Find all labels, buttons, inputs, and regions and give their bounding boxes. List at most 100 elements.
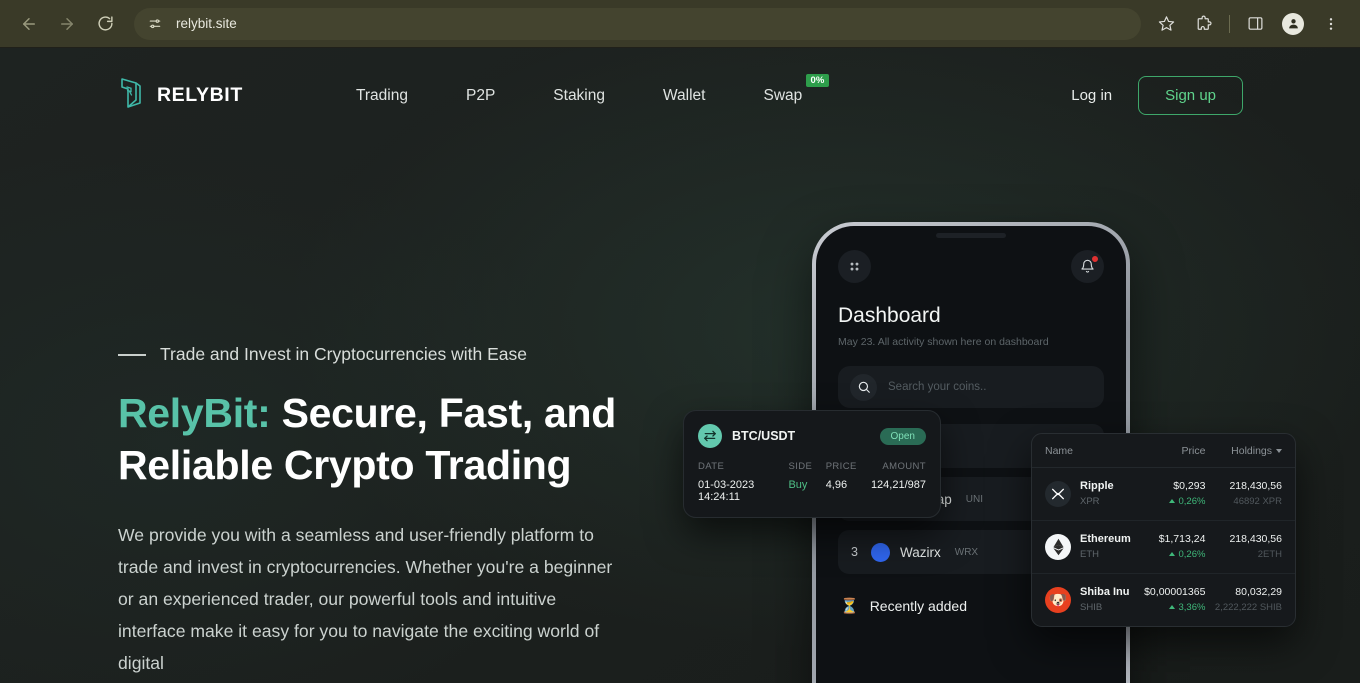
header-actions: Log in Sign up [1071,76,1243,115]
brand-logo[interactable]: RELYBIT [118,76,243,115]
holding-name: Ethereum [1080,533,1131,546]
hero-section: Trade and Invest in Cryptocurrencies wit… [118,344,638,679]
toolbar-divider [1229,14,1230,33]
holding-ticker: ETH [1080,549,1099,561]
bookmark-button[interactable] [1149,8,1183,40]
wazirx-icon [871,542,890,562]
back-button[interactable] [13,8,45,40]
holdings-col-holdings-label: Holdings [1231,445,1272,457]
notification-bell-icon[interactable] [1071,250,1104,283]
triangle-up-icon [1169,552,1176,557]
nav-item-swap-label: Swap [763,86,803,104]
nav-item-p2p[interactable]: P2P [466,87,495,105]
swap-arrows-icon [698,424,722,448]
ethereum-icon [1045,533,1071,560]
holdings-col-holdings[interactable]: Holdings [1205,445,1282,457]
side-panel-icon[interactable] [1239,8,1271,40]
trade-col-date: DATE [698,461,725,472]
forward-button[interactable] [51,8,83,40]
table-row[interactable]: Ripple XPR $0,293 0,26% 218,430,56 46892… [1032,468,1295,521]
nav-item-trading[interactable]: Trading [356,87,408,105]
coin-ticker: UNI [965,493,984,505]
browser-toolbar: relybit.site [0,0,1360,48]
trade-value-date: 01-03-2023 14:24:11 [698,479,755,503]
page-content: RELYBIT Trading P2P Staking Wallet Swap … [0,48,1360,683]
trade-col-side: SIDE [788,461,813,472]
trade-col-price: PRICE [825,461,857,472]
avatar [1282,12,1304,35]
search-icon [850,373,877,401]
trade-order-card: BTC/USDT Open DATE SIDE PRICE AMOUNT 01-… [683,410,941,518]
hero-title-accent: RelyBit: [118,390,271,436]
ripple-icon [1045,480,1071,507]
address-bar[interactable]: relybit.site [134,7,1141,40]
table-row[interactable]: Ethereum ETH $1,713,24 0,26% 218,430,56 … [1032,521,1295,574]
phone-speaker [936,233,1006,238]
trade-pair-name: BTC/USDT [732,429,796,443]
hero-eyebrow-text: Trade and Invest in Cryptocurrencies wit… [160,344,528,364]
holdings-col-price: Price [1181,445,1206,457]
nav-item-wallet[interactable]: Wallet [663,87,706,105]
coin-rank: 3 [851,545,858,559]
swap-discount-badge: 0% [805,73,830,87]
holding-amount: 218,430,56 [1229,533,1282,545]
holding-ticker: SHIB [1080,602,1103,614]
holdings-header-row: Name Price Holdings [1032,434,1295,468]
holding-name: Ripple [1080,480,1114,493]
trade-details-grid: DATE SIDE PRICE AMOUNT 01-03-2023 14:24:… [698,461,926,503]
holding-units: 2,222,222 SHIB [1214,601,1282,613]
signup-button[interactable]: Sign up [1138,76,1243,115]
trade-value-price: 4,96 [825,479,848,491]
hourglass-icon: ⏳ [840,598,859,615]
extensions-icon[interactable] [1188,8,1220,40]
table-row[interactable]: 🐶 Shiba Inu SHIB $0,00001365 3,36% 80,03… [1032,574,1295,626]
status-badge: Open [879,427,926,445]
shiba-inu-icon: 🐶 [1045,586,1071,613]
login-link[interactable]: Log in [1071,87,1112,104]
nav-item-swap[interactable]: Swap 0% [763,73,830,105]
search-placeholder-text: Search your coins.. [888,381,987,393]
chrome-menu-icon[interactable] [1315,8,1347,40]
holdings-panel: Name Price Holdings Ripple XPR $0,293 0,… [1031,433,1296,627]
coin-search-input[interactable]: Search your coins.. [838,366,1104,408]
holdings-col-name: Name [1045,445,1074,457]
holding-name: Shiba Inu [1080,586,1130,599]
trade-value-amount: 124,21/987 [870,479,926,491]
nav-item-staking[interactable]: Staking [553,87,605,105]
phone-dashboard-title: Dashboard [838,304,941,327]
coin-name: Wazirx [900,544,941,560]
holding-price: $0,00001365 [1144,586,1206,598]
trade-col-amount: AMOUNT [882,461,926,472]
holding-price: $1,713,24 [1158,533,1206,545]
chevron-down-icon [1276,449,1282,454]
hero-body-text: We provide you with a seamless and user-… [118,525,613,674]
eyebrow-dash-icon [118,353,146,356]
site-settings-icon[interactable] [144,13,166,35]
reload-button[interactable] [89,8,121,40]
profile-avatar[interactable] [1277,8,1309,40]
trade-card-header: BTC/USDT Open [698,424,926,448]
phone-dashboard-subtitle: May 23. All activity shown here on dashb… [838,336,1049,348]
relybit-logo-icon [118,76,144,115]
holding-ticker: XPR [1080,496,1100,508]
trade-value-side: Buy [788,479,808,491]
holding-change: 0,26% [1136,495,1205,509]
holding-price: $0,293 [1173,480,1206,492]
menu-dots-icon[interactable] [838,250,871,283]
triangle-up-icon [1169,499,1176,504]
holding-change-value: 0,26% [1178,495,1206,507]
url-text: relybit.site [176,16,237,31]
holding-amount: 80,032,29 [1235,586,1282,598]
page-title: RelyBit: Secure, Fast, and Reliable Cryp… [118,387,638,491]
recently-added-label: Recently added [869,598,967,614]
holding-change: 3,36% [1136,601,1205,615]
holding-amount: 218,430,56 [1229,480,1282,492]
holding-units: 2ETH [1257,548,1282,560]
holding-units: 46892 XPR [1233,495,1282,507]
holding-change: 0,26% [1136,548,1205,562]
phone-topbar [838,250,1104,283]
hero-eyebrow: Trade and Invest in Cryptocurrencies wit… [118,344,638,365]
site-header: RELYBIT Trading P2P Staking Wallet Swap … [0,48,1360,143]
notification-dot [1091,255,1099,263]
brand-name: RELYBIT [157,84,243,106]
